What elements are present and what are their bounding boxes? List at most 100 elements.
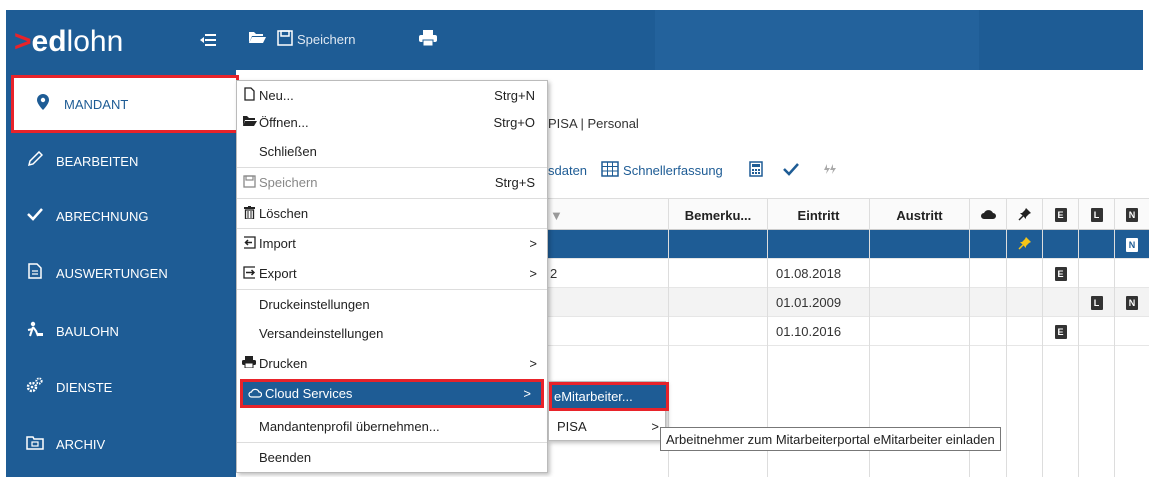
cell-l xyxy=(1078,259,1114,288)
sidebar-item-auswertungen[interactable]: AUSWERTUNGEN xyxy=(6,244,236,302)
sidebar-item-bearbeiten[interactable]: BEARBEITEN xyxy=(6,132,236,190)
cell-n: N xyxy=(1114,230,1149,259)
print-button[interactable] xyxy=(419,30,437,49)
tooltip: Arbeitnehmer zum Mitarbeiterportal eMita… xyxy=(660,427,1001,451)
sidebar-item-label: MANDANT xyxy=(64,96,129,112)
import-icon xyxy=(241,235,257,252)
hamburger-icon[interactable] xyxy=(200,33,216,52)
menu-item-druckeinstellungen[interactable]: Druckeinstellungen xyxy=(237,290,547,319)
cell-partial xyxy=(548,317,668,346)
column-header-l[interactable]: L xyxy=(1078,199,1114,231)
calculator-icon xyxy=(749,160,763,180)
cell-pin xyxy=(1006,317,1042,346)
sidebar-item-label: BAULOHN xyxy=(56,323,119,339)
calculator-button[interactable] xyxy=(749,160,763,180)
column-header-e[interactable]: E xyxy=(1042,199,1078,231)
sort-arrow[interactable]: ▼ xyxy=(548,199,668,231)
grid-divider xyxy=(969,346,970,477)
menu-item-oeffnen[interactable]: Öffnen... Strg+O xyxy=(237,108,547,137)
submenu-item-emitarbeiter[interactable]: eMitarbeiter... xyxy=(549,382,669,411)
save-button[interactable]: Speichern xyxy=(277,30,356,49)
menu-item-neu[interactable]: Neu... Strg+N xyxy=(237,81,547,110)
sidebar-item-label: ABRECHNUNG xyxy=(56,208,149,224)
menu-item-versandeinstellungen[interactable]: Versandeinstellungen xyxy=(237,319,547,348)
open-button[interactable] xyxy=(248,30,266,47)
sidebar-item-label: BEARBEITEN xyxy=(56,153,139,169)
confirm-button[interactable] xyxy=(782,162,799,179)
archive-icon xyxy=(26,435,44,454)
stammdaten-button[interactable]: sdaten xyxy=(548,163,587,178)
sidebar-item-label: AUSWERTUNGEN xyxy=(56,265,168,281)
cell-eintritt: 01.01.2009 xyxy=(767,288,869,317)
sidebar-item-baulohn[interactable]: BAULOHN xyxy=(6,302,236,360)
grid-divider xyxy=(767,346,768,477)
export-icon xyxy=(241,265,257,282)
e-badge-icon: E xyxy=(1054,266,1067,281)
column-header-n[interactable]: N xyxy=(1114,199,1149,231)
menu-item-drucken[interactable]: Drucken > xyxy=(237,349,547,378)
cell-cloud xyxy=(969,288,1006,317)
trash-icon xyxy=(241,205,257,222)
cell-pin xyxy=(1006,259,1042,288)
grid-divider xyxy=(1078,346,1079,477)
flash-button[interactable] xyxy=(823,163,837,178)
grid-icon xyxy=(601,160,619,180)
gears-icon xyxy=(26,377,44,397)
menu-item-cloud-services[interactable]: Cloud Services > xyxy=(240,379,544,408)
l-badge-icon: L xyxy=(1090,295,1103,310)
column-header-austritt[interactable]: Austritt xyxy=(869,199,969,231)
cell-bemerkung xyxy=(668,288,767,317)
schnellerfassung-button[interactable]: Schnellerfassung xyxy=(601,160,723,180)
e-badge-icon: E xyxy=(1054,324,1067,339)
menu-item-loeschen[interactable]: Löschen xyxy=(237,199,547,228)
top-bar: >edlohn Speichern xyxy=(0,0,1149,70)
grid-divider xyxy=(668,346,669,477)
submenu-item-pisa[interactable]: PISA > xyxy=(549,412,665,441)
save-icon xyxy=(277,30,293,49)
menu-item-speichern[interactable]: Speichern Strg+S xyxy=(237,168,547,197)
n-badge-icon: N xyxy=(1126,295,1138,310)
cell-e: E xyxy=(1042,259,1078,288)
menu-item-schliessen[interactable]: Schließen xyxy=(237,137,547,166)
n-badge-icon: N xyxy=(1126,237,1138,252)
table-row[interactable]: 01.01.2009 L N xyxy=(548,288,1149,317)
table-row[interactable]: N xyxy=(548,230,1149,259)
cell-n xyxy=(1114,317,1149,346)
table-row[interactable]: 2 01.08.2018 E xyxy=(548,259,1149,288)
n-badge-icon: N xyxy=(1126,208,1138,222)
printer-icon xyxy=(241,356,257,371)
checkmark-icon xyxy=(26,207,44,225)
grid-divider xyxy=(1006,346,1007,477)
cell-eintritt: 01.10.2016 xyxy=(767,317,869,346)
flash-icon xyxy=(823,163,837,178)
menu-item-import[interactable]: Import > xyxy=(237,229,547,258)
cell-partial xyxy=(548,230,668,259)
sidebar: MANDANT BEARBEITEN ABRECHNUNG AUSWERTUNG… xyxy=(6,70,239,477)
column-header-bemerkung[interactable]: Bemerku... xyxy=(668,199,767,231)
cell-l: L xyxy=(1078,288,1114,317)
menu-item-mandantenprofil[interactable]: Mandantenprofil übernehmen... xyxy=(237,412,547,441)
sidebar-item-archiv[interactable]: ARCHIV xyxy=(6,415,236,473)
cell-e: E xyxy=(1042,317,1078,346)
column-header-cloud[interactable] xyxy=(969,199,1006,231)
sidebar-item-dienste[interactable]: DIENSTE xyxy=(6,358,236,416)
content-toolbar: sdaten Schnellerfassung xyxy=(548,150,837,190)
cell-l xyxy=(1078,317,1114,346)
menu-item-beenden[interactable]: Beenden xyxy=(237,443,547,472)
pencil-icon xyxy=(26,150,44,171)
cell-bemerkung xyxy=(668,259,767,288)
pin-icon xyxy=(1017,236,1032,253)
cell-n xyxy=(1114,259,1149,288)
cell-partial: 2 xyxy=(550,266,558,281)
sidebar-item-abrechnung[interactable]: ABRECHNUNG xyxy=(6,187,236,245)
sidebar-item-label: DIENSTE xyxy=(56,379,113,395)
sidebar-item-mandant[interactable]: MANDANT xyxy=(11,75,239,133)
menu-item-export[interactable]: Export > xyxy=(237,259,547,288)
new-file-icon xyxy=(241,87,257,104)
column-header-eintritt[interactable]: Eintritt xyxy=(767,199,869,231)
column-header-pin[interactable] xyxy=(1006,199,1042,231)
breadcrumb: PISA | Personal xyxy=(548,116,639,131)
grid-divider xyxy=(1114,346,1115,477)
table-row[interactable]: 01.10.2016 E xyxy=(548,317,1149,346)
cell-e xyxy=(1042,288,1078,317)
